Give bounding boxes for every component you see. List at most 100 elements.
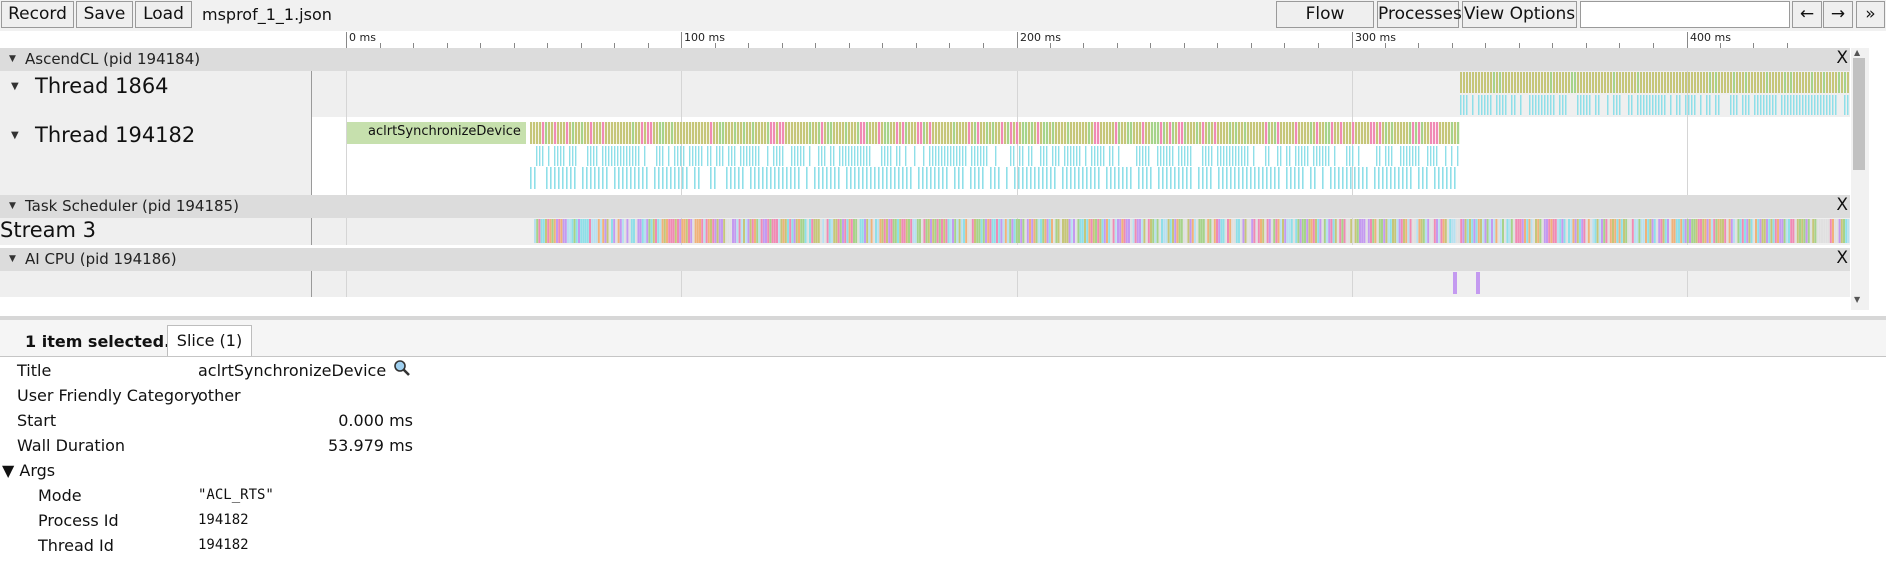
trace-slice[interactable]	[1364, 122, 1367, 144]
trace-slice[interactable]	[1370, 122, 1373, 144]
trace-slice[interactable]	[1068, 219, 1071, 243]
trace-slice[interactable]	[1772, 219, 1775, 243]
trace-slice[interactable]	[1418, 122, 1421, 144]
trace-slice[interactable]	[605, 146, 607, 166]
trace-slice[interactable]	[698, 146, 700, 166]
trace-slice[interactable]	[941, 219, 943, 243]
trace-slice[interactable]	[730, 167, 732, 189]
trace-slice[interactable]	[1799, 95, 1801, 115]
trace-slice[interactable]	[1741, 219, 1744, 243]
trace-slice[interactable]	[1548, 219, 1551, 243]
trace-slice[interactable]	[663, 219, 666, 243]
trace-slice[interactable]	[1783, 219, 1786, 243]
trace-slice[interactable]	[1405, 219, 1408, 243]
trace-slice[interactable]	[887, 122, 890, 144]
trace-slice[interactable]	[1601, 72, 1603, 93]
trace-slice[interactable]	[1270, 167, 1272, 189]
trace-slice[interactable]	[1664, 219, 1667, 243]
trace-slice[interactable]	[902, 167, 904, 189]
trace-slice[interactable]	[1298, 122, 1301, 144]
trace-slice[interactable]	[1158, 219, 1161, 243]
trace-slice[interactable]	[1772, 95, 1774, 115]
trace-slice[interactable]	[934, 167, 936, 189]
trace-slice[interactable]	[1118, 122, 1121, 144]
trace-slice[interactable]	[1391, 146, 1393, 166]
trace-slice[interactable]	[1553, 72, 1555, 93]
trace-slice[interactable]	[1689, 219, 1691, 243]
trace-slice[interactable]	[1460, 95, 1462, 115]
trace-slice[interactable]	[1680, 219, 1683, 243]
trace-slice[interactable]	[1090, 167, 1092, 189]
trace-slice[interactable]	[920, 122, 923, 144]
trace-slice[interactable]	[590, 146, 592, 166]
trace-slice[interactable]	[932, 219, 935, 243]
trace-slice[interactable]	[560, 122, 563, 144]
trace-slice[interactable]	[778, 167, 780, 189]
trace-slice[interactable]	[630, 167, 632, 189]
trace-slice[interactable]	[848, 122, 851, 144]
trace-slice[interactable]	[1334, 146, 1336, 166]
trace-slice[interactable]	[533, 122, 536, 144]
trace-slice[interactable]	[1290, 219, 1293, 243]
trace-slice[interactable]	[1718, 95, 1720, 115]
trace-slice[interactable]	[1396, 219, 1399, 243]
search-icon[interactable]	[393, 359, 411, 381]
trace-slice[interactable]	[593, 122, 596, 144]
trace-slice[interactable]	[1186, 167, 1188, 189]
trace-slice[interactable]	[850, 219, 853, 243]
trace-slice[interactable]	[1122, 167, 1124, 189]
trace-slice[interactable]	[661, 219, 664, 243]
ai-cpu-slice[interactable]	[1453, 272, 1457, 294]
trace-slice[interactable]	[1603, 219, 1606, 243]
trace-slice[interactable]	[553, 219, 556, 243]
trace-slice[interactable]	[1807, 219, 1810, 243]
trace-slice[interactable]	[826, 167, 828, 189]
trace-slice[interactable]	[1100, 122, 1103, 144]
trace-slice[interactable]	[1145, 219, 1148, 243]
trace-slice[interactable]	[1359, 219, 1361, 243]
trace-slice[interactable]	[743, 219, 745, 243]
trace-slice[interactable]	[642, 167, 644, 189]
trace-slice[interactable]	[1662, 219, 1665, 243]
trace-slice[interactable]	[1097, 219, 1100, 243]
trace-slice[interactable]	[1736, 72, 1738, 93]
trace-slice[interactable]	[1424, 122, 1427, 144]
trace-slice[interactable]	[910, 167, 912, 189]
trace-slice[interactable]	[628, 219, 631, 243]
trace-slice[interactable]	[795, 219, 798, 243]
trace-slice[interactable]	[618, 167, 620, 189]
trace-slice[interactable]	[635, 219, 638, 243]
trace-slice[interactable]	[596, 146, 598, 166]
trace-slice[interactable]	[1814, 219, 1817, 243]
trace-slice[interactable]	[1081, 219, 1084, 243]
trace-slice[interactable]	[1268, 146, 1270, 166]
trace-slice[interactable]	[1763, 72, 1765, 93]
trace-slice[interactable]	[1150, 167, 1152, 189]
trace-slice[interactable]	[614, 167, 616, 189]
trace-slice[interactable]	[846, 219, 849, 243]
trace-slice[interactable]	[672, 219, 675, 243]
trace-slice[interactable]	[1073, 219, 1075, 243]
trace-slice[interactable]	[1499, 72, 1501, 93]
trace-slice[interactable]	[890, 122, 893, 144]
trace-slice[interactable]	[1175, 122, 1178, 144]
trace-slice[interactable]	[1028, 146, 1030, 166]
trace-slice[interactable]	[1805, 219, 1808, 243]
trace-slice[interactable]	[599, 122, 602, 144]
trace-slice[interactable]	[1572, 219, 1575, 243]
trace-slice[interactable]	[765, 219, 767, 243]
trace-slice[interactable]	[868, 219, 871, 243]
trace-slice[interactable]	[791, 122, 794, 144]
trace-slice[interactable]	[1223, 146, 1225, 166]
trace-slice[interactable]	[1178, 219, 1181, 243]
trace-slice[interactable]	[1691, 95, 1693, 115]
trace-slice[interactable]	[845, 146, 847, 166]
trace-slice[interactable]	[887, 146, 889, 166]
trace-slice[interactable]	[686, 167, 688, 189]
trace-slice[interactable]	[1694, 95, 1696, 115]
trace-slice[interactable]	[821, 122, 824, 144]
trace-slice[interactable]	[751, 219, 754, 243]
trace-slice[interactable]	[756, 219, 759, 243]
trace-slice[interactable]	[1506, 219, 1509, 243]
trace-slice[interactable]	[1086, 219, 1089, 243]
